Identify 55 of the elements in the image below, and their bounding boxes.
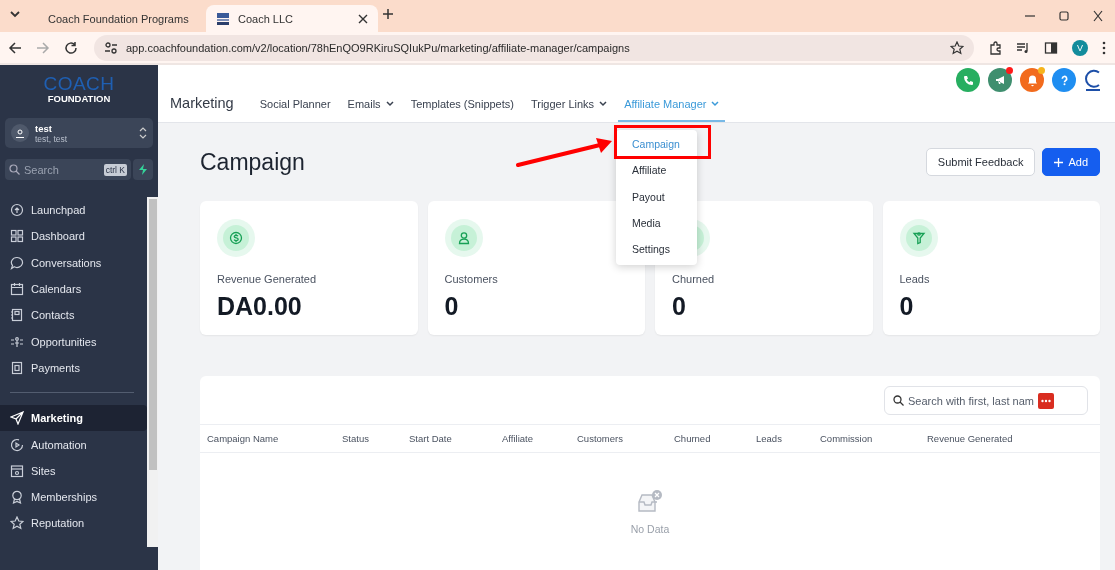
- account-name: test: [35, 122, 53, 134]
- nav-item[interactable]: Payments: [0, 354, 147, 382]
- column-header: Commission: [820, 433, 874, 444]
- column-header: Customers: [577, 433, 624, 444]
- address-bar[interactable]: app.coachfoundation.com/v2/location/78hEnQO9RKiruSQIukPu/marketing/affiliate-manager/campaigns: [94, 34, 974, 61]
- menu-item[interactable]: Media: [616, 209, 697, 237]
- column-header: Campaign Name: [207, 433, 280, 444]
- stat-label: Leads: [899, 273, 931, 285]
- shortcut-hint: ctrl K: [103, 163, 127, 176]
- browser-tab[interactable]: Coach LLC: [206, 5, 378, 32]
- column-header: Status: [342, 433, 370, 444]
- nav-tab[interactable]: Trigger Links: [524, 98, 614, 122]
- stat-value: 0: [444, 292, 460, 321]
- nav-item[interactable]: Marketing: [0, 405, 147, 432]
- browser-tab[interactable]: Coach Foundation Programs: [30, 5, 202, 32]
- nav-item[interactable]: Sites: [0, 457, 147, 484]
- page-title: Campaign: [200, 148, 305, 176]
- stat-label: Revenue Generated: [217, 273, 318, 285]
- nav-tab[interactable]: Social Planner: [253, 98, 337, 122]
- menu-item[interactable]: Settings: [616, 236, 697, 263]
- nav-item[interactable]: Conversations: [0, 249, 147, 276]
- menu-item[interactable]: Payout: [616, 183, 697, 210]
- search-field[interactable]: Search with first, last nam: [884, 386, 1088, 415]
- column-header: Start Date: [409, 433, 453, 444]
- nav-item[interactable]: Reputation: [0, 510, 147, 537]
- add-button[interactable]: Add: [1042, 148, 1100, 176]
- nav-item[interactable]: Dashboard: [0, 223, 147, 250]
- stat-label: Churned: [672, 273, 716, 285]
- nav-tab[interactable]: Templates (Snippets): [404, 98, 520, 122]
- column-header: Churned: [674, 433, 712, 444]
- nav-tab[interactable]: Emails: [341, 98, 400, 122]
- stat-value: 0: [672, 292, 687, 321]
- column-header: Leads: [756, 433, 783, 444]
- account-subtitle: test, test: [35, 133, 69, 144]
- menu-item[interactable]: Campaign: [616, 131, 697, 158]
- nav-item[interactable]: Launchpad: [0, 197, 147, 224]
- nav-item[interactable]: Calendars: [0, 275, 147, 303]
- account-switcher[interactable]: test test, test: [5, 118, 153, 148]
- menu-item[interactable]: Affiliate: [616, 157, 697, 184]
- logo-wordmark: COACH: [43, 74, 115, 93]
- column-header: Affiliate: [502, 433, 534, 444]
- empty-message: No Data: [630, 523, 670, 535]
- logo-subtitle: FOUNDATION: [47, 93, 111, 105]
- column-header: Revenue Generated: [927, 433, 1014, 444]
- section-title: Marketing: [170, 95, 234, 113]
- nav-item[interactable]: Contacts: [0, 302, 147, 329]
- nav-item[interactable]: Automation: [0, 431, 147, 458]
- nav-item[interactable]: Memberships: [0, 483, 147, 511]
- search-field[interactable]: Search ctrl K: [5, 159, 131, 180]
- stat-value: DA0.00: [217, 292, 303, 321]
- nav-item[interactable]: Opportunities: [0, 328, 147, 355]
- profile-avatar[interactable]: V: [1072, 39, 1088, 56]
- stat-label: Customers: [444, 273, 499, 285]
- feedback-button[interactable]: Submit Feedback: [925, 148, 1036, 176]
- stat-value: 0: [899, 292, 915, 321]
